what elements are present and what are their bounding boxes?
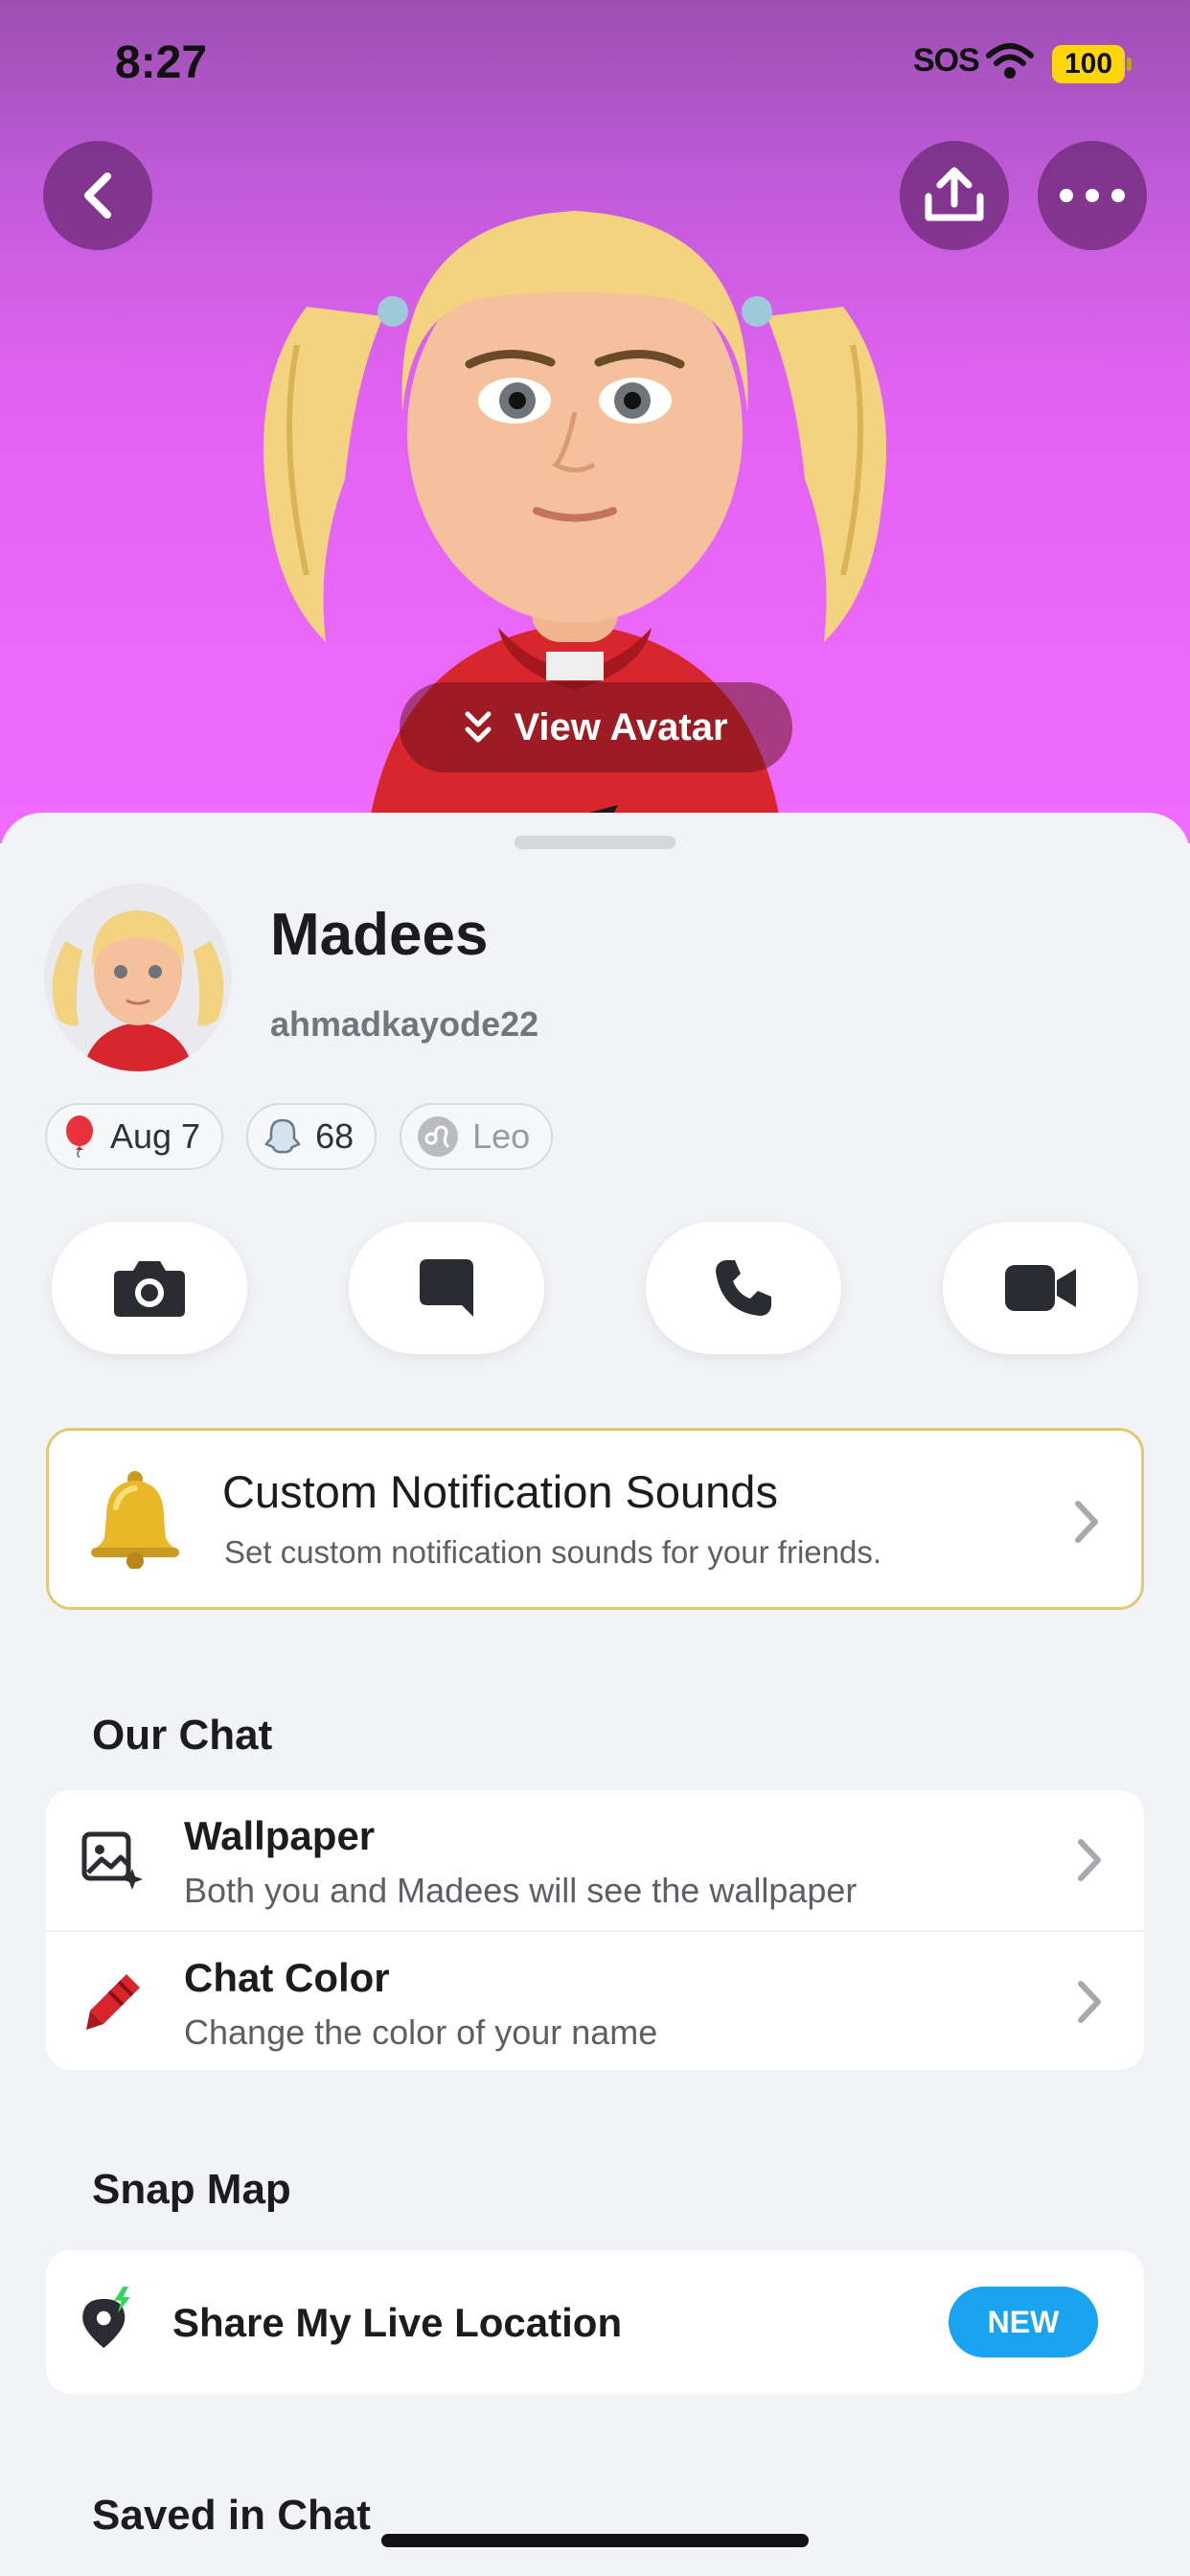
phone-icon <box>716 1260 771 1316</box>
live-location-icon <box>82 2287 130 2349</box>
view-avatar-button[interactable]: View Avatar <box>400 682 792 772</box>
zodiac-chip[interactable]: Leo <box>400 1103 554 1170</box>
video-camera-icon <box>1005 1265 1076 1311</box>
quick-actions <box>52 1222 1138 1354</box>
chat-color-subtitle: Change the color of your name <box>184 2012 658 2052</box>
snap-map-group: Share My Live Location NEW <box>46 2250 1144 2394</box>
status-time: 8:27 <box>115 37 208 88</box>
birthday-chip[interactable]: Aug 7 <box>45 1103 224 1170</box>
more-dots-icon <box>1060 189 1125 202</box>
camera-button[interactable] <box>52 1222 247 1354</box>
chat-bubble-icon <box>420 1259 473 1317</box>
share-upload-icon <box>925 167 984 221</box>
camera-icon <box>114 1261 185 1317</box>
share-button[interactable] <box>900 141 1009 250</box>
leo-zodiac-icon <box>418 1116 459 1157</box>
chat-color-row[interactable]: Chat Color Change the color of your name <box>46 1930 1144 2070</box>
share-live-location-title: Share My Live Location <box>172 2300 623 2345</box>
share-live-location-row[interactable]: Share My Live Location NEW <box>46 2250 1144 2394</box>
chevron-right-icon <box>1078 1981 1101 2023</box>
snapscore-label: 68 <box>315 1116 355 1156</box>
notification-card-subtitle: Set custom notification sounds for your … <box>224 1534 882 1570</box>
sheet-grabber[interactable] <box>515 836 675 849</box>
sos-indicator: SOS <box>913 42 980 79</box>
avatar[interactable] <box>44 884 232 1071</box>
our-chat-group: Wallpaper Both you and Madees will see t… <box>46 1790 1144 2070</box>
wallpaper-icon <box>81 1831 143 1890</box>
chevron-left-icon <box>84 172 111 218</box>
wallpaper-title: Wallpaper <box>184 1813 376 1858</box>
view-avatar-label: View Avatar <box>514 705 728 748</box>
more-options-button[interactable] <box>1038 141 1147 250</box>
wallpaper-subtitle: Both you and Madees will see the wallpap… <box>184 1871 858 1910</box>
chat-color-title: Chat Color <box>184 1955 390 2000</box>
ghost-icon <box>264 1118 301 1154</box>
snapscore-chip[interactable]: 68 <box>246 1103 378 1170</box>
display-name: Madees <box>270 902 489 968</box>
avatar-hero: 8:27 SOS 100 View Avatar <box>0 0 1190 843</box>
birthday-label: Aug 7 <box>110 1116 201 1156</box>
wallpaper-row[interactable]: Wallpaper Both you and Madees will see t… <box>46 1790 1144 1930</box>
saved-in-chat-section-title: Saved in Chat <box>92 2492 371 2539</box>
wifi-icon <box>986 43 1034 79</box>
crayon-icon <box>86 1974 140 2030</box>
custom-notification-sounds-card[interactable]: Custom Notification Sounds Set custom no… <box>46 1428 1144 1610</box>
double-chevron-down-icon <box>465 711 492 743</box>
chat-button[interactable] <box>349 1222 544 1354</box>
chevron-right-icon <box>1078 1839 1101 1881</box>
snap-map-section-title: Snap Map <box>92 2166 291 2213</box>
new-badge: NEW <box>949 2287 1098 2358</box>
chevron-right-icon <box>1075 1501 1098 1543</box>
our-chat-section-title: Our Chat <box>92 1712 273 1759</box>
zodiac-label: Leo <box>472 1116 531 1156</box>
notification-card-title: Custom Notification Sounds <box>222 1466 778 1517</box>
status-bar: 8:27 SOS 100 <box>0 0 1190 129</box>
username: ahmadkayode22 <box>270 1004 539 1044</box>
back-button[interactable] <box>43 141 152 250</box>
profile-chips: Aug 7 68 Leo <box>45 1103 554 1170</box>
profile-sheet: Madees ahmadkayode22 Aug 7 68 Leo Custom… <box>0 813 1190 2576</box>
home-indicator[interactable] <box>381 2534 809 2547</box>
battery-indicator: 100 <box>1052 45 1132 83</box>
video-call-button[interactable] <box>943 1222 1138 1354</box>
bell-icon <box>91 1471 179 1569</box>
avatar-image <box>52 910 224 1071</box>
balloon-icon <box>66 1116 93 1158</box>
call-button[interactable] <box>646 1222 841 1354</box>
